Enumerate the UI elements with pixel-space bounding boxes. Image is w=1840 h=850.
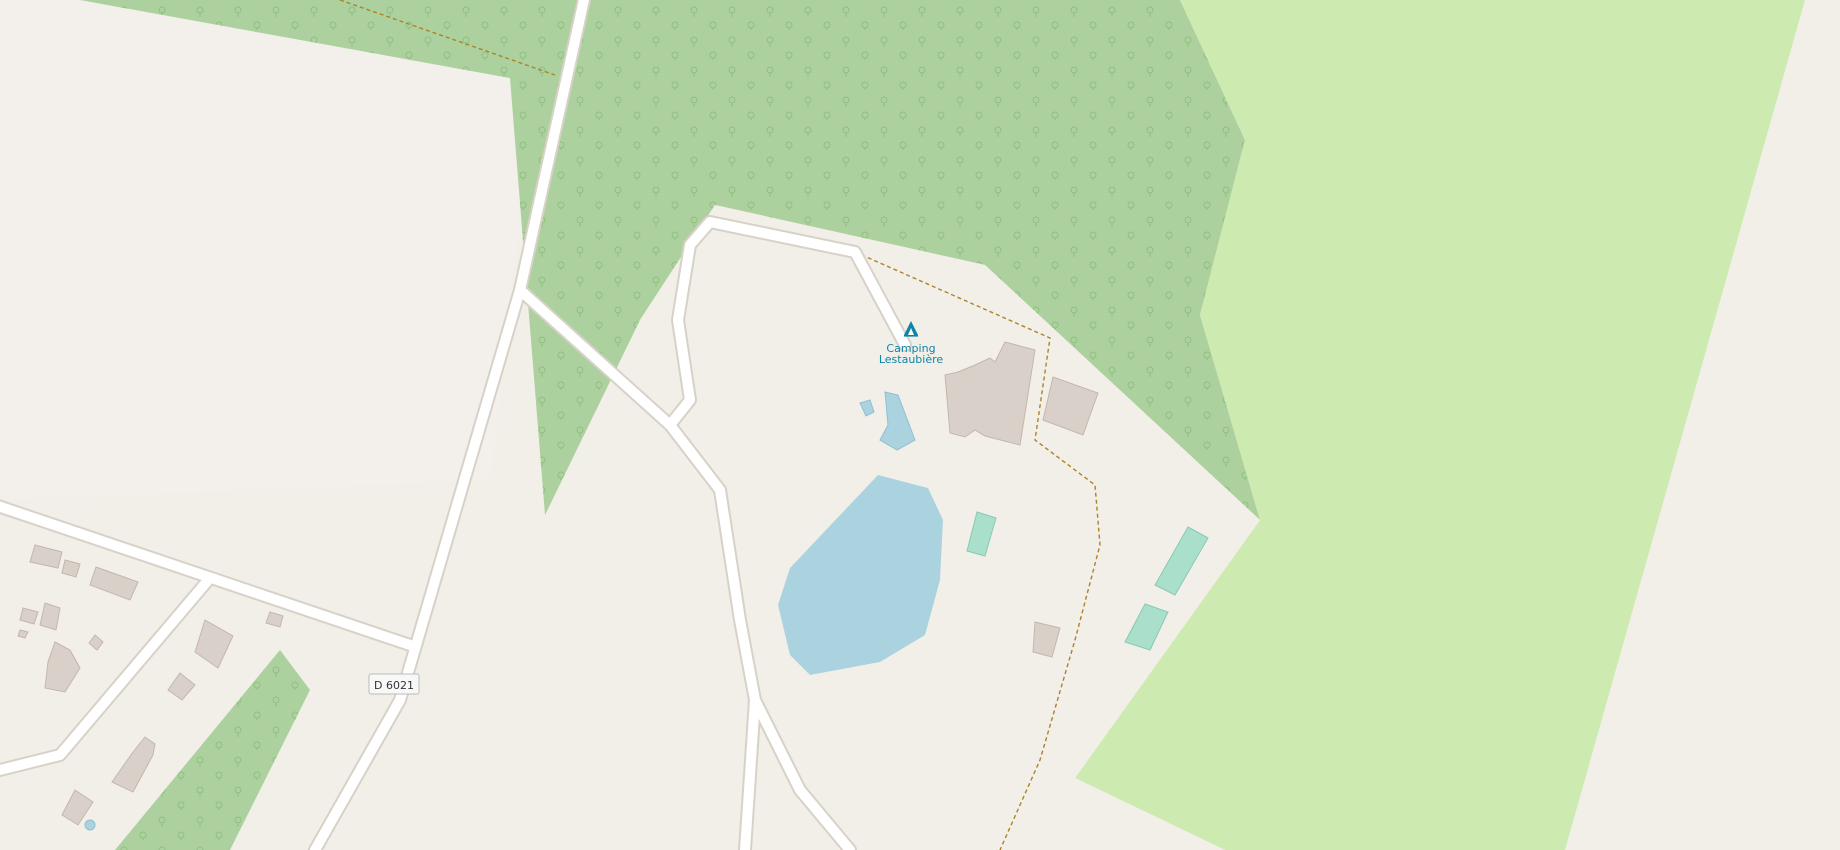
- road-ref-label: D 6021: [374, 679, 414, 692]
- road-shield: D 6021: [368, 673, 420, 695]
- map-canvas[interactable]: D 6021 Camping Lestaubière: [0, 0, 1840, 850]
- farmland-area: [0, 0, 520, 500]
- poi-name-line2: Lestaubière: [879, 353, 944, 366]
- water-point: [84, 819, 96, 831]
